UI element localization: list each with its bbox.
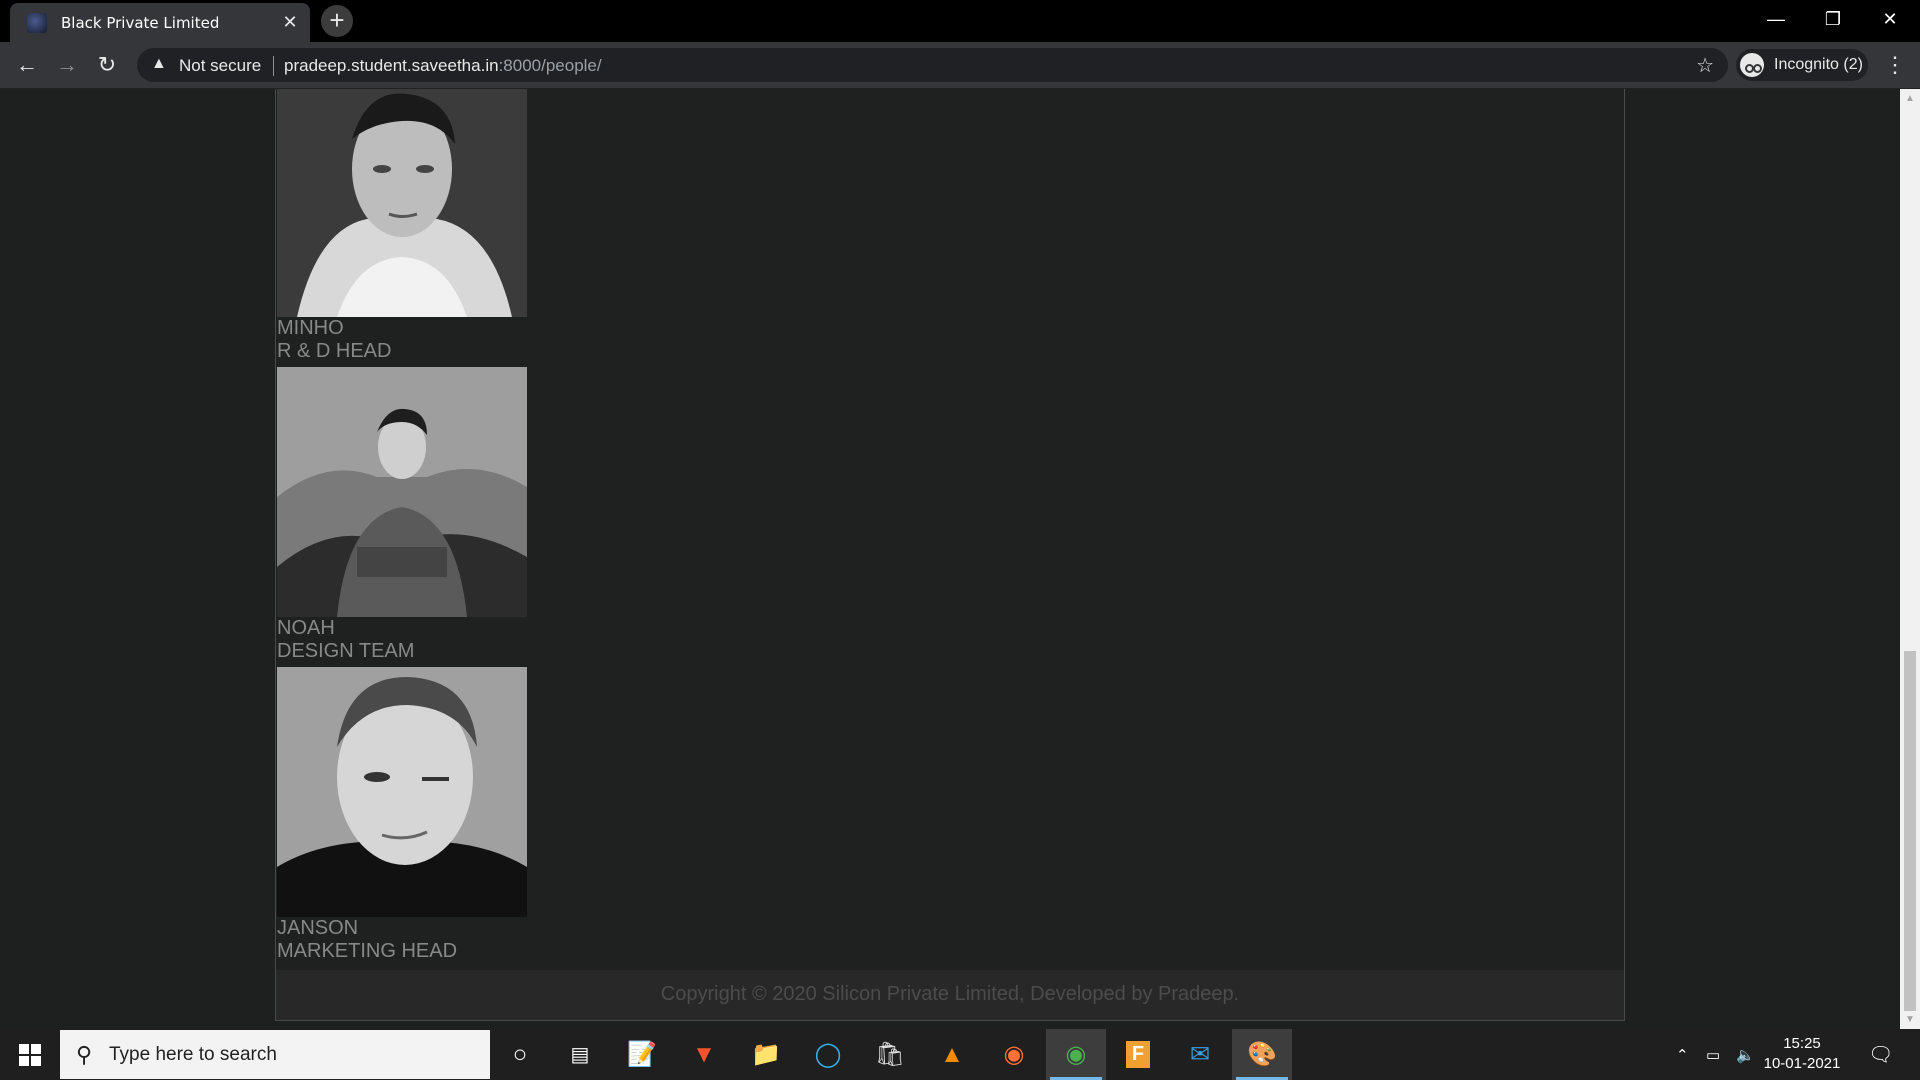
browser-toolbar: ← → ↻ ▲ Not secure pradeep.student.savee… [0,42,1920,89]
task-view-icon[interactable]: ▤ [550,1029,610,1080]
forward-icon[interactable]: → [52,50,82,80]
vlc-player-icon[interactable]: ▲ [922,1029,982,1080]
address-bar[interactable]: ▲ Not secure pradeep.student.saveetha.in… [137,48,1728,82]
person-role: DESIGN TEAM [277,640,415,662]
incognito-profile-button[interactable]: Incognito (2) [1736,49,1868,81]
clock-date: 10-01-2021 [1763,1055,1841,1072]
person-card: MINHO R & D HEAD [277,89,527,363]
notifications-icon[interactable]: 🗨 [1868,1029,1893,1080]
cortana-icon[interactable]: ○ [490,1029,550,1080]
url-host: pradeep.student.saveetha.in [284,56,499,75]
site-favicon-icon [27,12,47,33]
back-icon[interactable]: ← [12,50,42,80]
person-name: NOAH [277,617,335,639]
search-icon: ⚲ [76,1042,93,1067]
mail-app-icon[interactable]: ✉ [1170,1029,1230,1080]
person-card: JANSON MARKETING HEAD [277,667,527,963]
people-container: MINHO R & D HEAD NOAH DESIGN TEAM JANSON… [275,89,1625,1021]
person-card: NOAH DESIGN TEAM [277,367,527,663]
scrollbar-thumb[interactable] [1904,651,1916,1011]
foxit-app-icon[interactable]: F [1108,1029,1168,1080]
edge-browser-icon[interactable]: ◯ [798,1029,858,1080]
profile-label: Incognito (2) [1774,56,1863,73]
windows-taskbar: ⚲ Type here to search ○ ▤ 📝 ▼ 📁 ◯ 🛍 ▲ ◉ … [0,1029,1920,1080]
browser-tab[interactable]: Black Private Limited ✕ [10,3,310,42]
volume-icon[interactable]: 🔈 [1736,1029,1755,1080]
web-page: MINHO R & D HEAD NOAH DESIGN TEAM JANSON… [0,89,1900,1029]
copyright-text: Copyright © 2020 Silicon Private Limited… [660,983,1240,1005]
url-text[interactable]: pradeep.student.saveetha.in:8000/people/ [284,56,602,76]
windows-logo-pane [31,1056,41,1066]
person-photo [277,89,527,317]
paint-app-icon[interactable]: 🎨 [1232,1029,1292,1080]
file-editor-app-icon[interactable]: 📝 [612,1029,672,1080]
browser-titlebar: Black Private Limited ✕ + — ❐ ✕ [0,0,1920,42]
restore-icon[interactable]: ❐ [1805,0,1861,38]
person-name: JANSON [277,917,359,939]
person-photo [277,367,527,617]
minimize-icon[interactable]: — [1748,0,1804,38]
start-button[interactable] [0,1029,60,1080]
clock-time: 15:25 [1783,1035,1821,1052]
tab-title: Black Private Limited [61,13,220,32]
new-tab-button[interactable]: + [321,5,353,37]
taskbar-clock[interactable]: 15:25 10-01-2021 [1762,1034,1842,1074]
window-close-icon[interactable]: ✕ [1862,0,1918,38]
microsoft-store-icon[interactable]: 🛍 [860,1029,920,1080]
windows-logo-pane [19,1056,29,1066]
scroll-up-icon[interactable]: ▲ [1905,93,1915,104]
person-role: R & D HEAD [277,340,392,362]
windows-logo-icon [19,1044,29,1054]
scroll-down-icon[interactable]: ▼ [1905,1014,1915,1025]
chrome-browser-icon[interactable]: ◉ [1046,1029,1106,1080]
person-photo [277,667,527,917]
url-path: :8000/people/ [498,56,602,75]
page-scrollbar[interactable]: ▲ ▼ [1900,89,1920,1029]
taskbar-search-box[interactable]: ⚲ Type here to search [60,1030,490,1079]
page-footer: Copyright © 2020 Silicon Private Limited… [276,970,1624,1020]
security-label[interactable]: Not secure [179,56,261,76]
brave-browser-icon[interactable]: ▼ [674,1029,734,1080]
file-explorer-icon[interactable]: 📁 [736,1029,796,1080]
tab-close-icon[interactable]: ✕ [278,12,302,33]
warning-icon[interactable]: ▲ [151,55,167,73]
show-hidden-icons-icon[interactable]: ⌃ [1676,1029,1689,1080]
windows-logo-pane [31,1044,41,1054]
person-role: MARKETING HEAD [277,940,458,962]
browser-menu-icon[interactable]: ⋮ [1880,50,1910,80]
foxit-logo-icon: F [1125,1041,1151,1068]
search-placeholder: Type here to search [109,1044,277,1065]
firefox-browser-icon[interactable]: ◉ [984,1029,1044,1080]
address-separator [273,56,274,76]
bookmark-star-icon[interactable]: ☆ [1696,53,1714,78]
person-name: MINHO [277,317,344,339]
incognito-icon [1740,53,1764,77]
battery-icon[interactable]: ▭ [1706,1029,1720,1080]
reload-icon[interactable]: ↻ [92,50,122,80]
